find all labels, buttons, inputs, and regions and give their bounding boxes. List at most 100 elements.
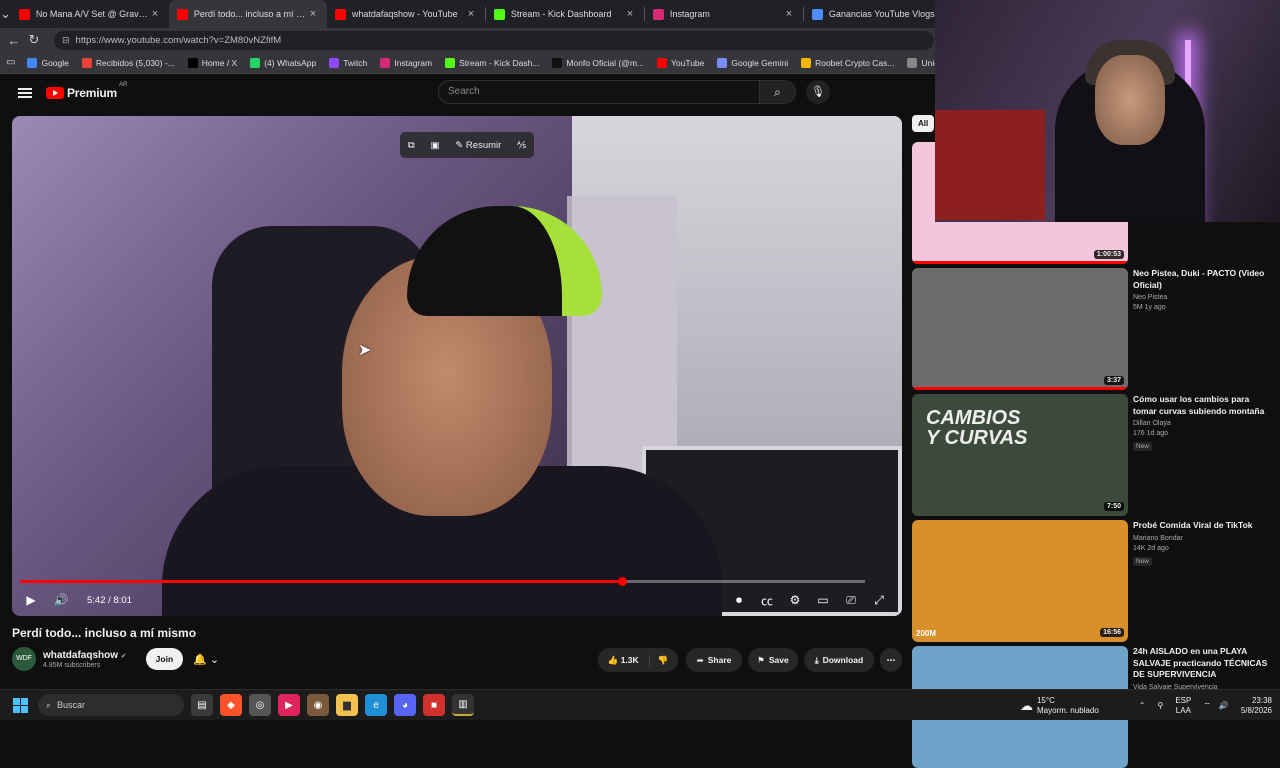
browser-tab[interactable]: No Mana A/V Set @ Gravity 2021× (11, 0, 169, 28)
channel-info: whatdafaqshow ✔ 4.85M subscribers (43, 650, 127, 669)
channel-name[interactable]: Dillan Olaya (1133, 420, 1268, 427)
notification-bell-icon[interactable]: 🔔 ⌄ (193, 653, 219, 666)
summarize-button[interactable]: ✎ Resumir (455, 140, 501, 151)
bookmark-item[interactable]: Google Gemini (717, 57, 788, 68)
recording-app-icon[interactable]: ■ (423, 694, 445, 716)
pip-icon[interactable]: ▣ (431, 140, 440, 151)
channel-name[interactable]: Neo Pistea (1133, 294, 1268, 301)
bookmark-item[interactable]: Home / X (187, 57, 237, 68)
volume-icon[interactable]: 🔊 (1219, 701, 1229, 710)
taskbar-search[interactable]: ⌕ Buscar (38, 694, 184, 716)
settings-gear-icon[interactable]: ⚙ (784, 593, 806, 607)
wifi-icon[interactable]: ⌔ (1203, 701, 1211, 711)
save-button[interactable]: ⚑ Save (748, 648, 798, 672)
clock[interactable]: 23:38 5/8/2026 (1241, 696, 1272, 716)
streaming-app-icon[interactable]: ▥ (452, 694, 474, 716)
chrome-icon[interactable]: ◎ (249, 694, 271, 716)
bookmark-item[interactable]: Stream - Kick Dash... (445, 57, 539, 68)
search-input[interactable]: Search (438, 80, 760, 104)
tray-chevron-icon[interactable]: ⌃ (1139, 701, 1146, 710)
progress-bar[interactable] (20, 577, 865, 586)
voice-search-button[interactable]: 🎙 (806, 80, 830, 104)
miniplayer-icon[interactable]: ▭ (812, 593, 834, 607)
bookmark-item[interactable]: Twitch (329, 57, 367, 68)
miniplayer-icon[interactable]: ⧉ (408, 140, 415, 151)
download-button[interactable]: ⤓ Download (804, 648, 874, 672)
browser-tab[interactable]: Perdí todo... incluso a mí mismo -× (168, 0, 327, 28)
video-title[interactable]: Neo Pistea, Duki - PACTO (Video Oficial) (1133, 268, 1268, 291)
watched-progress-bar (912, 261, 1128, 264)
menu-icon[interactable] (18, 88, 32, 98)
bookmark-item[interactable]: Roobet Crypto Cas... (801, 57, 895, 68)
join-button[interactable]: Join (145, 648, 184, 670)
video-title[interactable]: Cómo usar los cambios para tomar curvas … (1133, 394, 1268, 417)
apps-icon[interactable]: ▭ (6, 57, 15, 68)
profile-app-icon[interactable]: ◉ (307, 694, 329, 716)
cast-icon[interactable]: ⎚ (840, 593, 862, 608)
tab-close-icon[interactable]: × (465, 8, 477, 20)
tab-close-icon[interactable]: × (307, 8, 319, 20)
browser-tab[interactable]: whatdafaqshow - YouTube × (327, 0, 485, 28)
volume-icon[interactable]: 🔊 (50, 593, 72, 607)
recommended-video[interactable]: 3:37 Neo Pistea, Duki - PACTO (Video Ofic… (912, 268, 1272, 390)
bookmark-item[interactable]: Unidrop (907, 57, 935, 68)
search-button[interactable]: ⌕ (760, 80, 796, 104)
recommended-video[interactable]: 7:50 CAMBIOS Y CURVAS Cómo usar los cambio… (912, 394, 1272, 516)
recommended-video[interactable]: 16:56 200M Probé Comida Viral de TikTok Mar… (912, 520, 1272, 642)
more-actions-button[interactable]: ⋯ (880, 648, 902, 672)
fullscreen-icon[interactable]: ⤢ (868, 593, 890, 608)
bookmark-item[interactable]: Recibidos (5,030) -... (81, 57, 175, 68)
search-icon: ⌕ (774, 85, 781, 99)
video-thumbnail[interactable]: 16:56 200M (912, 520, 1128, 642)
browser-tab[interactable]: Stream - Kick Dashboard × (486, 0, 644, 28)
back-arrow-icon[interactable]: ← (4, 33, 24, 48)
tab-title: whatdafaqshow - YouTube (351, 9, 458, 19)
play-icon[interactable]: ▶ (20, 593, 42, 607)
file-explorer-icon[interactable]: ▆ (336, 694, 358, 716)
tab-close-icon[interactable]: × (783, 8, 795, 20)
tab-title: No Mana A/V Set @ Gravity 2021 (35, 9, 149, 19)
bookmark-label: Roobet Crypto Cas... (815, 57, 895, 68)
bookmark-favicon-icon (250, 57, 261, 68)
tab-close-icon[interactable]: × (149, 8, 161, 20)
bookmark-item[interactable]: (4) WhatsApp (250, 57, 316, 68)
task-view-icon[interactable]: ▤ (191, 694, 213, 716)
channel-name[interactable]: whatdafaqshow (43, 650, 118, 661)
translate-icon[interactable]: ⅍ (517, 140, 526, 151)
tab-close-icon[interactable]: × (624, 8, 636, 20)
browser-tab[interactable]: Instagram × (645, 0, 803, 28)
dislike-button[interactable]: 👎 (650, 655, 669, 666)
youtube-logo[interactable]: Premium AR (46, 82, 127, 100)
media-player-icon[interactable]: ▶ (278, 694, 300, 716)
brave-browser-icon[interactable]: ◆ (220, 694, 242, 716)
video-title[interactable]: 24h AISLADO en una PLAYA SALVAJE practic… (1133, 646, 1268, 681)
bookmark-item[interactable]: Google (27, 57, 69, 68)
video-thumbnail[interactable]: 3:37 (912, 268, 1128, 390)
reload-icon[interactable]: ↻ (24, 32, 44, 48)
autoplay-toggle-icon[interactable]: ⏺ (728, 593, 750, 608)
video-thumbnail[interactable]: 7:50 CAMBIOS Y CURVAS (912, 394, 1128, 516)
url-field[interactable]: ⊟ https://www.youtube.com/watch?v=ZM80vN… (54, 30, 934, 50)
site-info-icon[interactable]: ⊟ (62, 35, 70, 46)
channel-name[interactable]: Mariano Bondar (1133, 535, 1268, 542)
video-info: 24h AISLADO en una PLAYA SALVAJE practic… (1133, 646, 1268, 691)
captions-icon[interactable]: ㏄ (756, 592, 778, 609)
weather-icon[interactable]: ☁ (1020, 698, 1033, 714)
bookmark-favicon-icon (187, 57, 198, 68)
discord-icon[interactable]: ◕ (394, 694, 416, 716)
bookmark-item[interactable]: Monfo Oficial (@m... (552, 57, 644, 68)
edge-icon[interactable]: e (365, 694, 387, 716)
like-button[interactable]: 👍 1.3K (608, 654, 650, 666)
channel-avatar[interactable]: WDF (12, 647, 36, 671)
start-windows-icon[interactable] (13, 697, 28, 713)
weather-widget[interactable]: 15°C Mayorm. nublado (1037, 696, 1099, 716)
language-indicator[interactable]: ESP LAA (1175, 696, 1191, 716)
chip-all[interactable]: All (912, 115, 935, 132)
video-player[interactable]: ⧉ ▣ ✎ Resumir ⅍ ➤ ▶ 🔊 5:42 / 8:01 ⏺ ㏄ ⚙ … (12, 116, 902, 616)
usb-icon[interactable]: ⚲ (1157, 701, 1163, 710)
video-title[interactable]: Probé Comida Viral de TikTok (1133, 520, 1268, 532)
tab-list-chevron-icon[interactable]: ⌄ (0, 6, 11, 22)
bookmark-item[interactable]: Instagram (380, 57, 432, 68)
bookmark-item[interactable]: YouTube (656, 57, 704, 68)
share-button[interactable]: ➦ Share (686, 648, 742, 672)
